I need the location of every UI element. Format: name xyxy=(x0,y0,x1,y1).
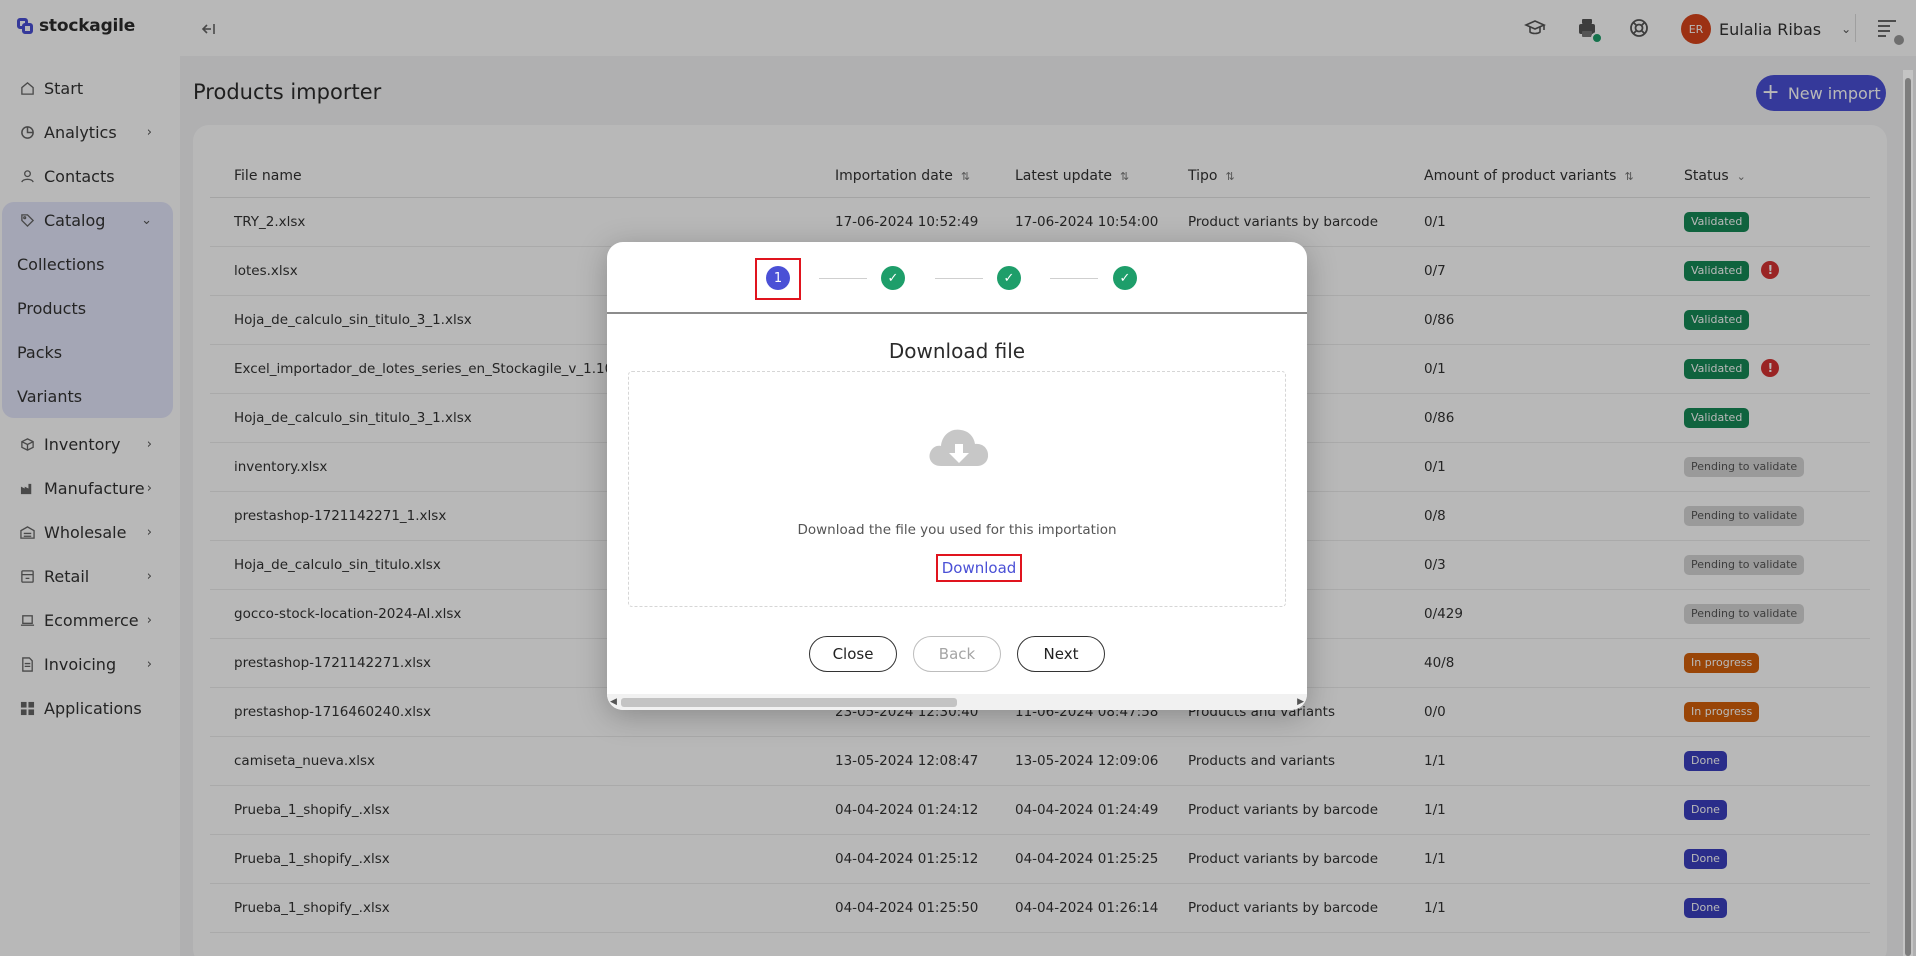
next-button[interactable]: Next xyxy=(1017,636,1105,672)
step-connector xyxy=(819,278,867,279)
step-4-check-icon[interactable]: ✓ xyxy=(1113,266,1137,290)
download-file-modal: 1 ✓ ✓ ✓ Download file Download the file … xyxy=(607,242,1307,710)
step-1[interactable]: 1 xyxy=(766,266,790,290)
close-button[interactable]: Close xyxy=(809,636,897,672)
step-connector xyxy=(935,278,983,279)
step-2-check-icon[interactable]: ✓ xyxy=(881,266,905,290)
stepper: 1 ✓ ✓ ✓ xyxy=(607,242,1307,314)
scrollbar-thumb[interactable] xyxy=(1905,78,1911,956)
scrollbar-thumb[interactable] xyxy=(621,698,957,707)
page-scrollbar[interactable] xyxy=(1903,70,1913,956)
scroll-right-icon[interactable]: ▶ xyxy=(1297,697,1304,707)
scroll-left-icon[interactable]: ◀ xyxy=(610,697,617,707)
step-connector xyxy=(1050,278,1098,279)
download-description: Download the file you used for this impo… xyxy=(797,522,1117,538)
modal-horizontal-scrollbar[interactable]: ◀ ▶ xyxy=(607,694,1307,710)
download-link[interactable]: Download xyxy=(936,554,1022,582)
step-3-check-icon[interactable]: ✓ xyxy=(997,266,1021,290)
download-area: Download the file you used for this impo… xyxy=(628,371,1286,607)
modal-title: Download file xyxy=(888,339,1026,363)
cloud-download-icon xyxy=(927,422,991,470)
back-button[interactable]: Back xyxy=(913,636,1001,672)
